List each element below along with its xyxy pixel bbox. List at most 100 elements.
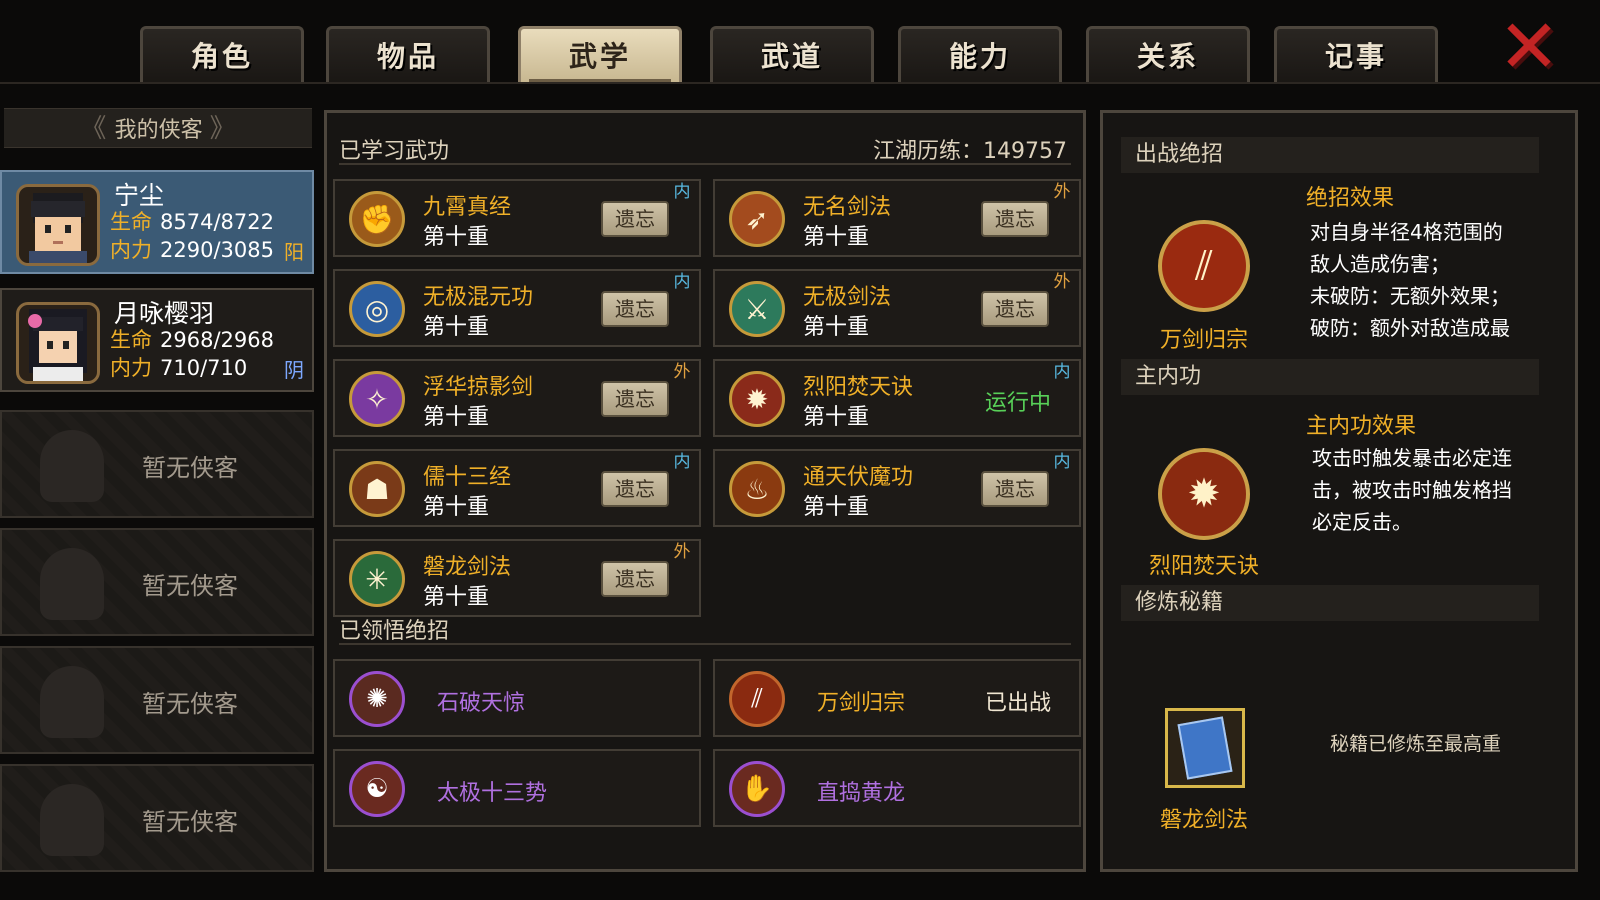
- manual-book-icon[interactable]: [1165, 708, 1245, 788]
- skill-name: 磐龙剑法: [423, 555, 512, 580]
- forget-button[interactable]: 遗忘: [601, 471, 669, 507]
- ultimate-effect-title: 绝招效果: [1306, 186, 1395, 211]
- ultimate-medal-icon[interactable]: ⫽: [1158, 220, 1250, 312]
- empty-slot-label: 暂无侠客: [142, 454, 238, 482]
- silhouette-icon: [40, 548, 104, 620]
- hero-hp: 生命 2968/2968: [110, 328, 274, 352]
- ultimate-card[interactable]: ⫽ 万剑归宗 已出战: [713, 659, 1081, 737]
- inner-art-medal-icon[interactable]: ✹: [1158, 448, 1250, 540]
- forget-button[interactable]: 遗忘: [601, 381, 669, 417]
- ultimate-card[interactable]: ✺ 石破天惊: [333, 659, 701, 737]
- burst-icon: ✳: [349, 551, 405, 607]
- hero-card-yueyong[interactable]: 月咏樱羽 生命 2968/2968 内力 710/710 阴: [0, 288, 314, 392]
- forget-button[interactable]: 遗忘: [981, 291, 1049, 327]
- manual-note: 秘籍已修炼至最高重: [1330, 733, 1502, 755]
- close-icon[interactable]: ✕: [1494, 10, 1564, 84]
- forget-button[interactable]: 遗忘: [601, 291, 669, 327]
- tab-journal[interactable]: 记事: [1274, 26, 1438, 82]
- ultimate-section-header: 出战绝招: [1121, 137, 1539, 173]
- tab-items[interactable]: 物品: [326, 26, 490, 82]
- manual-name: 磐龙剑法: [1159, 808, 1248, 833]
- ultimate-name: 太极十三势: [437, 781, 548, 806]
- skill-type-tag: 内: [1053, 362, 1071, 382]
- slash-icon: ✧: [349, 371, 405, 427]
- top-divider: [0, 82, 1600, 84]
- scholar-icon: ☗: [349, 461, 405, 517]
- empty-slot-label: 暂无侠客: [142, 808, 238, 836]
- fire-icon: ♨: [729, 461, 785, 517]
- hero-mp: 内力 2290/3085: [110, 238, 274, 262]
- skill-name: 无极剑法: [803, 285, 892, 310]
- tab-martial-arts[interactable]: 武学: [518, 26, 682, 82]
- silhouette-icon: [40, 784, 104, 856]
- skill-card[interactable]: ✊ 九霄真经 第十重 遗忘 内: [333, 179, 701, 257]
- strike-icon: ✋: [729, 761, 785, 817]
- empty-hero-slot[interactable]: 暂无侠客: [0, 528, 314, 636]
- silhouette-icon: [40, 666, 104, 738]
- skill-name: 烈阳焚天诀: [803, 375, 914, 400]
- skill-level: 第十重: [803, 495, 870, 520]
- section-divider: [339, 163, 1071, 165]
- skill-type-tag: 外: [1053, 182, 1071, 202]
- skill-type-tag: 外: [673, 362, 691, 382]
- ultimate-card[interactable]: ✋ 直捣黄龙: [713, 749, 1081, 827]
- tab-relations[interactable]: 关系: [1086, 26, 1250, 82]
- forget-button[interactable]: 遗忘: [601, 561, 669, 597]
- forget-button[interactable]: 遗忘: [601, 201, 669, 237]
- empty-hero-slot[interactable]: 暂无侠客: [0, 410, 314, 518]
- empty-hero-slot[interactable]: 暂无侠客: [0, 646, 314, 754]
- skill-card[interactable]: ✹ 烈阳焚天诀 第十重 运行中 内: [713, 359, 1081, 437]
- learned-skills-title: 已学习武功: [339, 139, 450, 164]
- hero-mp: 内力 710/710: [110, 356, 248, 380]
- skill-level: 第十重: [423, 405, 490, 430]
- ultimate-name: 直捣黄龙: [817, 781, 906, 806]
- forget-button[interactable]: 遗忘: [981, 471, 1049, 507]
- hero-portrait: [16, 302, 100, 384]
- martial-arts-panel: 已学习武功 江湖历练：149757 ✊ 九霄真经 第十重 遗忘 内 ➶ 无名剑法…: [324, 110, 1086, 872]
- hero-hp: 生命 8574/8722: [110, 210, 274, 234]
- inner-effect-text: 攻击时触发暴击必定连 击，被攻击时触发格挡 必定反击。: [1312, 446, 1512, 534]
- skill-card[interactable]: ⚔ 无极剑法 第十重 遗忘 外: [713, 269, 1081, 347]
- skill-card[interactable]: ☗ 儒十三经 第十重 遗忘 内: [333, 449, 701, 527]
- skill-name: 无名剑法: [803, 195, 892, 220]
- skill-card[interactable]: ➶ 无名剑法 第十重 遗忘 外: [713, 179, 1081, 257]
- tab-role[interactable]: 角色: [140, 26, 304, 82]
- skill-level: 第十重: [423, 495, 490, 520]
- empty-hero-slot[interactable]: 暂无侠客: [0, 764, 314, 872]
- inner-effect-title: 主内功效果: [1306, 414, 1417, 439]
- sidebar-title: 我的侠客: [114, 118, 203, 143]
- skill-type-tag: 内: [673, 182, 691, 202]
- skill-type-tag: 外: [1053, 272, 1071, 292]
- skill-name: 九霄真经: [423, 195, 512, 220]
- ultimate-effect-text: 对自身半径4格范围的 敌人造成伤害； 未破防：无额外效果； 破防：额外对敌造成最: [1310, 220, 1510, 340]
- skill-level: 第十重: [423, 225, 490, 250]
- skill-name: 浮华掠影剑: [423, 375, 534, 400]
- ultimate-status: 已出战: [984, 691, 1051, 716]
- ultimates-title: 已领悟绝招: [339, 619, 450, 644]
- skill-type-tag: 外: [673, 542, 691, 562]
- skill-level: 第十重: [423, 315, 490, 340]
- empty-slot-label: 暂无侠客: [142, 572, 238, 600]
- taiji-icon: ☯: [349, 761, 405, 817]
- skill-level: 第十重: [803, 225, 870, 250]
- hero-card-ningchen[interactable]: 宁尘 生命 8574/8722 内力 2290/3085 阳: [0, 170, 314, 274]
- hero-portrait: [16, 184, 100, 266]
- tab-wudao[interactable]: 武道: [710, 26, 874, 82]
- silhouette-icon: [40, 430, 104, 502]
- explosion-icon: ✺: [349, 671, 405, 727]
- forget-button[interactable]: 遗忘: [981, 201, 1049, 237]
- skill-name: 通天伏魔功: [803, 465, 914, 490]
- skill-level: 第十重: [803, 315, 870, 340]
- manual-section-header: 修炼秘籍: [1121, 585, 1539, 621]
- skill-card[interactable]: ✳ 磐龙剑法 第十重 遗忘 外: [333, 539, 701, 617]
- claw-icon: ✊: [349, 191, 405, 247]
- skill-card[interactable]: ✧ 浮华掠影剑 第十重 遗忘 外: [333, 359, 701, 437]
- ultimate-name: 石破天惊: [437, 691, 526, 716]
- ultimate-card[interactable]: ☯ 太极十三势: [333, 749, 701, 827]
- swords-icon: ⫽: [729, 671, 785, 727]
- blade-icon: ⚔: [729, 281, 785, 337]
- tab-abilities[interactable]: 能力: [898, 26, 1062, 82]
- skill-card[interactable]: ♨ 通天伏魔功 第十重 遗忘 内: [713, 449, 1081, 527]
- skill-running-status: 运行中: [984, 391, 1051, 416]
- skill-card[interactable]: ◎ 无极混元功 第十重 遗忘 内: [333, 269, 701, 347]
